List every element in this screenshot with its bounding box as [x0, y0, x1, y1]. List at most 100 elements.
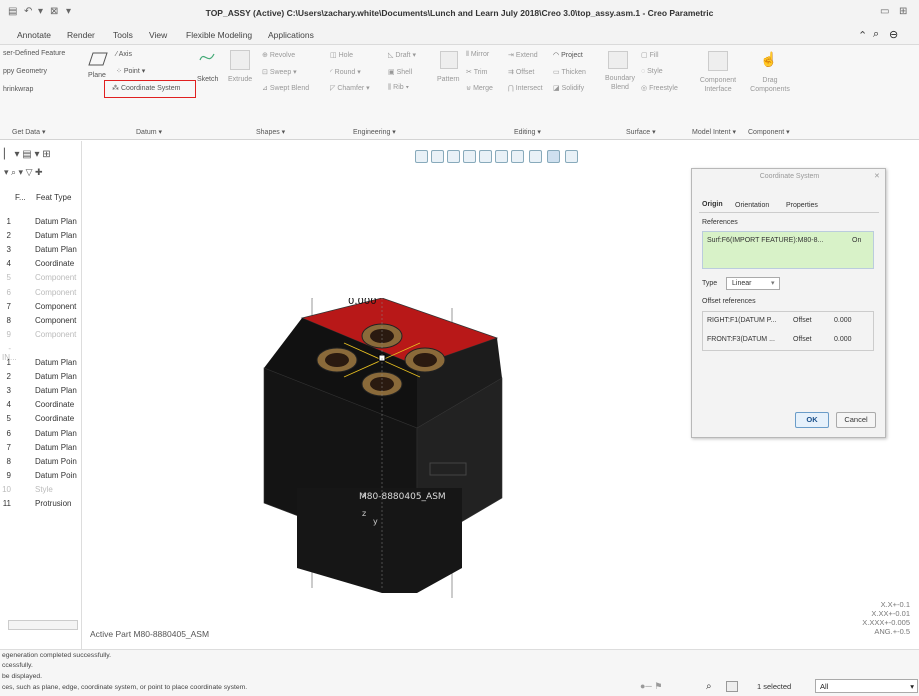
drag-components-button-label[interactable]: Drag Components [750, 76, 790, 94]
assembly-model[interactable]: 0.000 M80-8880405_ASM x z y [262, 298, 522, 598]
references-collector[interactable]: Surf:F6(IMPORT FEATURE):M80-8... On [702, 231, 874, 269]
tree-column-id[interactable]: F... [15, 193, 26, 202]
tree-row[interactable]: 8 Component [2, 316, 82, 328]
drag-components-icon[interactable]: ☝ [760, 51, 777, 68]
tree-row[interactable]: 10 Style [2, 485, 82, 497]
sketch-icon[interactable] [198, 50, 216, 66]
tree-filter-toolbar[interactable]: ▾ ⌕ ▾ ▽ ✚ [4, 167, 43, 178]
offset-button[interactable]: ⇉ Offset [508, 68, 534, 76]
pattern-icon[interactable] [440, 51, 458, 69]
tab-annotate[interactable]: Annotate [17, 30, 51, 40]
axis-button[interactable]: ⁄ Axis [116, 51, 132, 58]
solidify-button[interactable]: ◪ Solidify [553, 84, 584, 92]
tree-row[interactable]: 4 Coordinate [2, 400, 82, 412]
component-interface-icon[interactable] [708, 51, 728, 71]
find-icon[interactable]: ⌕ [706, 681, 712, 692]
tab-flexible-modeling[interactable]: Flexible Modeling [186, 30, 252, 40]
tree-row[interactable]: -IN... [2, 344, 82, 362]
search-icon[interactable]: ⌕ [873, 28, 879, 41]
hole-button[interactable]: ◫ Hole [330, 51, 353, 59]
tree-row[interactable]: 1 Datum Plan [2, 217, 82, 229]
offset-ref[interactable]: FRONT:F3(DATUM ... [707, 336, 775, 343]
tree-row[interactable]: 3 Datum Plan [2, 386, 82, 398]
selection-filter[interactable]: All ▾ [815, 679, 918, 693]
offset-type[interactable]: Offset [793, 317, 812, 324]
tree-row[interactable]: 8 Datum Poin [2, 457, 82, 469]
tab-view[interactable]: View [149, 30, 167, 40]
reference-status[interactable]: On [852, 237, 861, 244]
project-button[interactable]: ◠ Project [553, 51, 583, 59]
rib-button[interactable]: ⫼ Rib ▾ [388, 84, 409, 92]
view-manager-icon[interactable] [511, 150, 524, 163]
selection-list-icon[interactable] [726, 681, 738, 692]
offset-value[interactable]: 0.000 [834, 317, 852, 324]
refit-icon[interactable] [415, 150, 428, 163]
zoom-out-icon[interactable] [447, 150, 460, 163]
plane-button-label[interactable]: Plane [88, 72, 106, 79]
shrinkwrap-button[interactable]: hrinkwrap [3, 86, 33, 93]
offset-ref[interactable]: RIGHT:F1(DATUM P... [707, 317, 776, 324]
annotation-display-icon[interactable] [547, 150, 560, 163]
group-shapes[interactable]: Shapes ▾ [256, 128, 285, 136]
tab-applications[interactable]: Applications [268, 30, 314, 40]
merge-button[interactable]: ⊍ Merge [466, 84, 493, 92]
group-datum[interactable]: Datum ▾ [136, 128, 162, 136]
tree-row[interactable]: 7 Component [2, 302, 82, 314]
tree-column-feat-type[interactable]: Feat Type [36, 193, 71, 202]
style-button[interactable]: ◌ Style [641, 68, 663, 75]
tab-orientation[interactable]: Orientation [735, 202, 769, 209]
trim-button[interactable]: ✂ Trim [466, 68, 487, 76]
pattern-button-label[interactable]: Pattern [437, 76, 460, 83]
tree-toolbar[interactable]: ▏ ▾ ▤ ▾ ⊞ [4, 149, 51, 160]
group-engineering[interactable]: Engineering ▾ [353, 128, 396, 136]
sweep-button[interactable]: ⊡ Sweep ▾ [262, 68, 297, 76]
boundary-blend-button-label[interactable]: Boundary Blend [603, 74, 637, 92]
tree-row[interactable]: 9 Component [2, 330, 82, 342]
extend-button[interactable]: ⇥ Extend [508, 51, 538, 59]
tab-origin[interactable]: Origin [702, 201, 723, 208]
tree-scrollbar[interactable] [8, 620, 78, 630]
tree-row[interactable]: 11 Protrusion [2, 499, 82, 511]
ok-button[interactable]: OK [795, 412, 829, 428]
restore-icon[interactable]: ⊞ [899, 6, 907, 17]
tree-row[interactable]: 4 Coordinate [2, 259, 82, 271]
tree-row[interactable]: 5 Component [2, 273, 82, 285]
extrude-icon[interactable] [230, 50, 250, 70]
tree-row[interactable]: 2 Datum Plan [2, 372, 82, 384]
offset-type[interactable]: Offset [793, 336, 812, 343]
tree-row[interactable]: 6 Datum Plan [2, 429, 82, 441]
offset-value[interactable]: 0.000 [834, 336, 852, 343]
up-icon[interactable]: ⌃ [858, 29, 867, 42]
type-select[interactable]: Linear ▾ [726, 277, 780, 290]
reference-item[interactable]: Surf:F6(IMPORT FEATURE):M80-8... [707, 237, 823, 244]
boundary-blend-icon[interactable] [608, 51, 628, 69]
tab-properties[interactable]: Properties [786, 202, 818, 209]
spin-center-icon[interactable] [565, 150, 578, 163]
revolve-button[interactable]: ⊕ Revolve [262, 51, 295, 59]
repaint-icon[interactable] [463, 150, 476, 163]
datum-display-icon[interactable] [529, 150, 542, 163]
group-surface[interactable]: Surface ▾ [626, 128, 656, 136]
tab-tools[interactable]: Tools [113, 30, 133, 40]
freestyle-button[interactable]: ◎ Freestyle [641, 84, 678, 92]
minimize-icon[interactable]: ▭ [880, 6, 889, 17]
tree-row[interactable]: 1 Datum Plan [2, 358, 82, 370]
group-get-data[interactable]: Get Data ▾ [12, 128, 45, 136]
tree-row[interactable]: 2 Datum Plan [2, 231, 82, 243]
tab-render[interactable]: Render [67, 30, 95, 40]
zoom-in-icon[interactable] [431, 150, 444, 163]
shell-button[interactable]: ▣ Shell [388, 68, 412, 76]
draft-button[interactable]: ◺ Draft ▾ [388, 51, 416, 59]
offset-references-table[interactable]: RIGHT:F1(DATUM P... Offset 0.000 FRONT:F… [702, 311, 874, 351]
swept-blend-button[interactable]: ⊿ Swept Blend [262, 84, 309, 92]
tree-row[interactable]: 5 Coordinate [2, 414, 82, 426]
plane-icon[interactable] [88, 51, 108, 67]
mirror-button[interactable]: ⫴ Mirror [466, 51, 489, 59]
tree-row[interactable]: 9 Datum Poin [2, 471, 82, 483]
intersect-button[interactable]: ⋂ Intersect [508, 84, 543, 92]
extrude-button-label[interactable]: Extrude [228, 76, 252, 83]
copy-geometry-button[interactable]: ppy Geometry [3, 68, 47, 75]
tree-row[interactable]: 3 Datum Plan [2, 245, 82, 257]
group-model-intent[interactable]: Model Intent ▾ [692, 128, 736, 136]
sketch-button-label[interactable]: Sketch [197, 76, 218, 83]
